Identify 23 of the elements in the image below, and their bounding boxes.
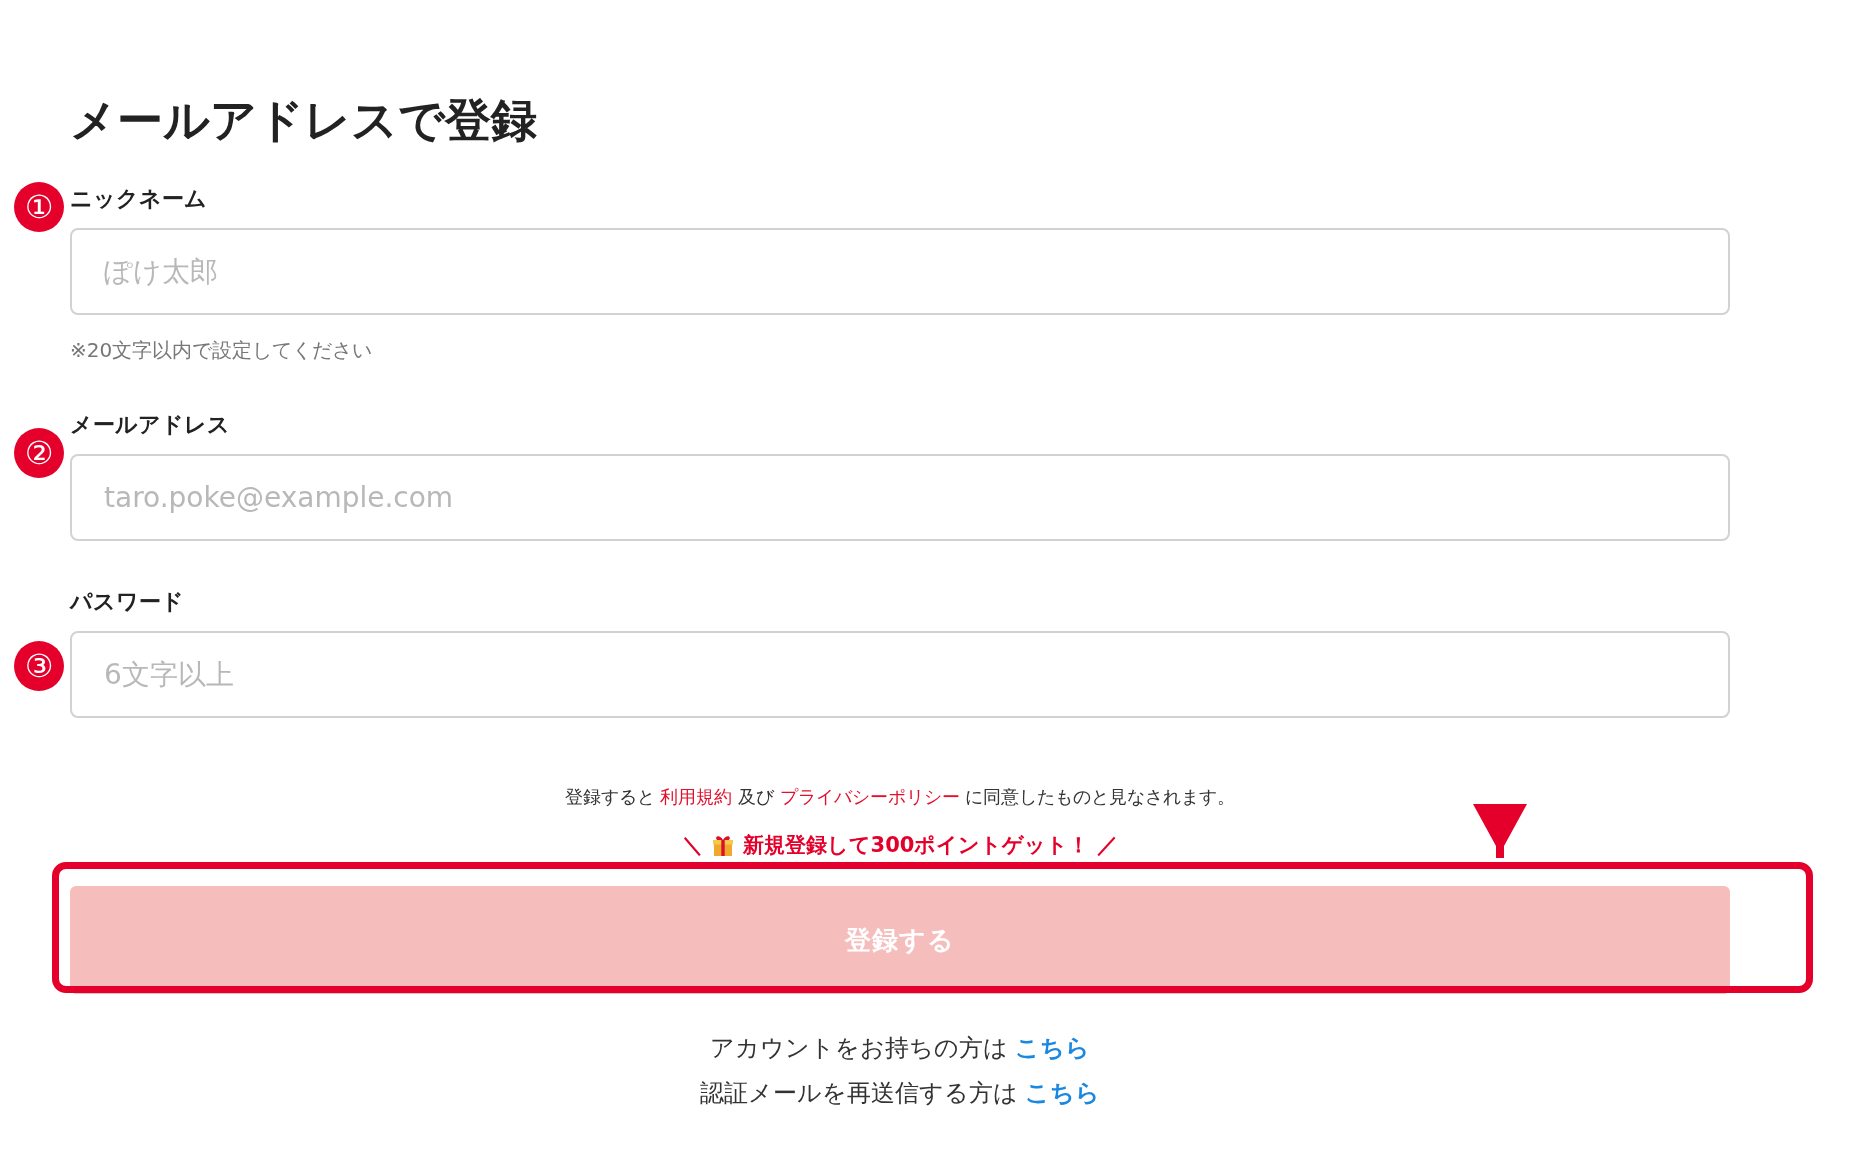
terms-link[interactable]: 利用規約 bbox=[660, 786, 733, 807]
privacy-policy-link[interactable]: プライバシーポリシー bbox=[779, 786, 960, 807]
input-field[interactable]: ぽけ太郎 bbox=[70, 228, 1730, 315]
step-number-badge: ② bbox=[14, 428, 64, 478]
page-title: メールアドレスで登録 bbox=[70, 92, 537, 149]
terms-notice: 登録すると 利用規約 及び プライバシーポリシー に同意したものと見なされます。 bbox=[564, 785, 1236, 809]
promo-left-mark: ＼ bbox=[681, 832, 703, 859]
step-number-badge: ③ bbox=[14, 641, 64, 691]
field-label: パスワード bbox=[70, 588, 184, 616]
field-hint: ※20文字以内で設定してください bbox=[70, 337, 373, 364]
field-label: ニックネーム bbox=[70, 185, 207, 213]
here-link[interactable]: こちら bbox=[1015, 1034, 1091, 1062]
step-number-badge: ① bbox=[14, 182, 64, 232]
footer-note: アカウントをお持ちの方は こちら bbox=[709, 1033, 1091, 1064]
pointer-arrow-icon bbox=[1473, 804, 1527, 858]
promo-right-mark: ／ bbox=[1097, 832, 1119, 859]
input-field[interactable]: taro.poke@example.com bbox=[70, 454, 1730, 541]
input-field[interactable]: 6文字以上 bbox=[70, 631, 1730, 718]
footer-note: 認証メールを再送信する方は こちら bbox=[699, 1078, 1101, 1109]
here-link[interactable]: こちら bbox=[1025, 1079, 1101, 1107]
gift-icon bbox=[710, 833, 735, 857]
promo-text: 新規登録して300ポイントゲット！ bbox=[742, 832, 1090, 859]
field-label: メールアドレス bbox=[70, 411, 230, 439]
